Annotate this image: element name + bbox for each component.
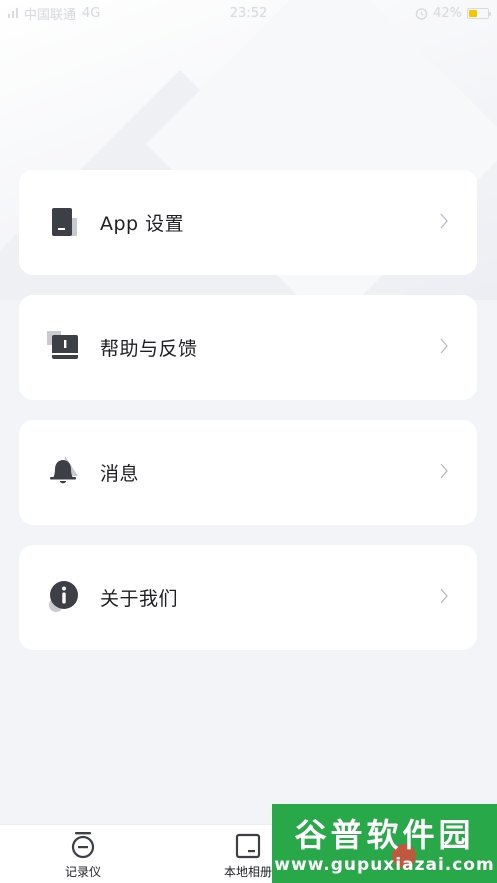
battery-fill xyxy=(469,9,477,17)
chevron-right-icon xyxy=(440,338,448,354)
info-icon xyxy=(49,581,78,612)
battery-percent: 42% xyxy=(433,5,462,21)
document-icon xyxy=(52,208,77,236)
recorder-icon xyxy=(71,832,95,859)
chevron-right-icon xyxy=(440,213,448,229)
settings-menu: App 设置 帮助与反馈 消息 关于我们 xyxy=(19,170,477,650)
menu-item-help-feedback[interactable]: 帮助与反馈 xyxy=(19,295,477,400)
help-book-icon xyxy=(47,331,78,359)
status-bar: 中国联通 4G 23:52 42% xyxy=(0,0,497,26)
watermark-url: www.gupuxiazai.com xyxy=(274,855,495,875)
bell-icon xyxy=(50,456,78,484)
watermark-title: 谷普软件园 xyxy=(294,816,475,854)
nav-item-recorder[interactable]: 记录仪 xyxy=(38,831,128,880)
chevron-right-icon xyxy=(440,588,448,604)
menu-item-label: 消息 xyxy=(100,463,140,485)
battery-icon xyxy=(467,7,491,19)
chevron-right-icon xyxy=(440,463,448,479)
site-watermark: 谷普软件园 www.gupuxiazai.com xyxy=(272,804,497,883)
alarm-icon xyxy=(415,7,428,20)
menu-item-messages[interactable]: 消息 xyxy=(19,420,477,525)
menu-item-about-us[interactable]: 关于我们 xyxy=(19,545,477,650)
album-icon xyxy=(235,833,261,859)
menu-item-app-settings[interactable]: App 设置 xyxy=(19,170,477,275)
menu-item-label: App 设置 xyxy=(100,213,185,235)
nav-label: 记录仪 xyxy=(64,865,101,879)
menu-item-label: 帮助与反馈 xyxy=(100,338,198,360)
menu-item-label: 关于我们 xyxy=(100,588,179,610)
status-right: 42% xyxy=(415,5,491,21)
